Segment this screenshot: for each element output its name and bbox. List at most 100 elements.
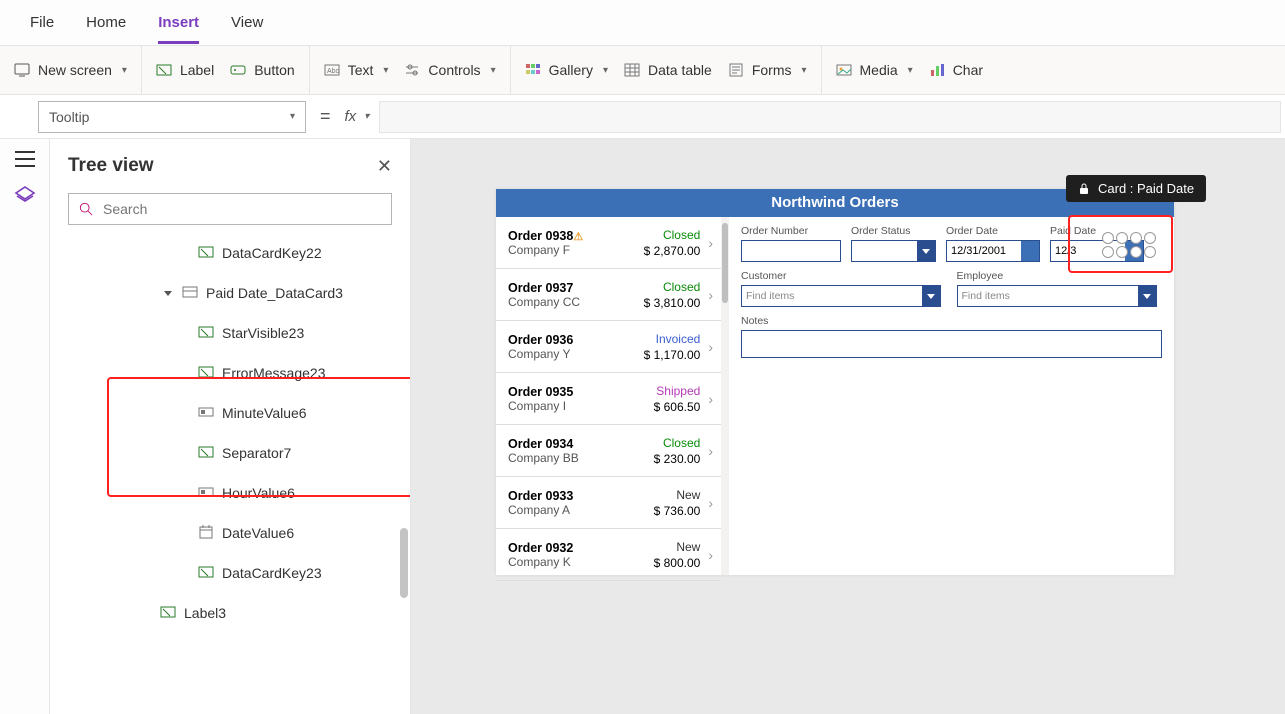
design-canvas[interactable]: Northwind Orders Order 0938⚠Company FClo… — [411, 139, 1285, 714]
calendar-icon — [1021, 241, 1039, 261]
order-amount: $ 2,870.00 — [644, 244, 701, 258]
chevron-right-icon: › — [708, 547, 713, 563]
chart-icon — [929, 62, 945, 78]
order-status-label: Order Status — [851, 225, 936, 237]
menu-file[interactable]: File — [30, 14, 54, 31]
chevron-right-icon: › — [708, 391, 713, 407]
customer-label: Customer — [741, 270, 947, 282]
chevron-right-icon: › — [708, 287, 713, 303]
property-selector-value: Tooltip — [49, 109, 89, 125]
customer-select[interactable]: Find items — [741, 285, 941, 307]
tree-node-label: StarVisible23 — [222, 325, 304, 341]
text-button[interactable]: Abc Text ▾ — [324, 62, 389, 78]
hamburger-button[interactable] — [15, 151, 35, 167]
notes-input[interactable] — [741, 330, 1162, 358]
order-status: New — [676, 540, 700, 554]
tree-list: DataCardKey22 Paid Date_DataCard3 StarVisi… — [50, 233, 410, 714]
tree-node[interactable]: StarVisible23 — [50, 313, 410, 353]
order-item[interactable]: Order 0934Company BBClosed$ 230.00› — [496, 425, 721, 477]
ribbon-charts-label: Char — [953, 62, 983, 78]
controls-icon — [404, 62, 420, 78]
order-amount: $ 800.00 — [654, 556, 701, 570]
media-button[interactable]: Media ▾ — [836, 62, 913, 78]
formula-bar: Tooltip ▾ = fx ▾ — [0, 95, 1285, 139]
label-icon — [198, 444, 214, 463]
chevron-right-icon: › — [708, 495, 713, 511]
order-status: Closed — [663, 280, 700, 294]
chevron-down-icon: ▾ — [603, 65, 608, 76]
label-icon — [198, 364, 214, 383]
notes-label: Notes — [741, 315, 1162, 327]
employee-placeholder: Find items — [962, 290, 1010, 302]
ribbon-forms-label: Forms — [752, 62, 792, 78]
customer-placeholder: Find items — [746, 290, 794, 302]
tree-node-label: DataCardKey22 — [222, 245, 322, 261]
chevron-down-icon: ▾ — [122, 65, 127, 76]
button-button[interactable]: Button — [230, 62, 294, 78]
datatable-button[interactable]: Data table — [624, 62, 712, 78]
chevron-down-icon: ▾ — [908, 65, 913, 76]
ribbon-gallery-label: Gallery — [549, 62, 593, 78]
order-status-select[interactable] — [851, 240, 936, 262]
charts-button[interactable]: Char — [929, 62, 983, 78]
chevron-down-icon: ▾ — [491, 65, 496, 76]
button-icon — [230, 62, 246, 78]
order-company: Company Y — [508, 347, 573, 361]
order-status: Invoiced — [656, 332, 701, 346]
order-item[interactable]: Order 0935Company IShipped$ 606.50› — [496, 373, 721, 425]
ribbon-media-label: Media — [860, 62, 898, 78]
tree-search[interactable] — [68, 193, 392, 225]
gallery-scrollbar[interactable] — [721, 217, 729, 575]
close-panel-button[interactable]: ✕ — [377, 156, 392, 177]
tree-view-rail-button[interactable] — [14, 185, 36, 205]
order-number: Order 0936 — [508, 333, 573, 347]
tree-node[interactable]: DateValue6 — [50, 513, 410, 553]
order-number: Order 0933 — [508, 489, 573, 503]
tree-node[interactable]: HourValue6 — [50, 473, 410, 513]
tree-node[interactable]: Label3 — [50, 593, 410, 633]
input-icon — [198, 484, 214, 503]
gallery-button[interactable]: Gallery ▾ — [525, 62, 608, 78]
order-item[interactable]: Order 0932Company KNew$ 800.00› — [496, 529, 721, 581]
order-item[interactable]: Order 0937Company CCClosed$ 3,810.00› — [496, 269, 721, 321]
order-gallery[interactable]: Order 0938⚠Company FClosed$ 2,870.00›Ord… — [496, 217, 721, 575]
scrollbar-thumb[interactable] — [400, 528, 408, 598]
chevron-right-icon: › — [708, 443, 713, 459]
employee-select[interactable]: Find items — [957, 285, 1157, 307]
order-number-label: Order Number — [741, 225, 841, 237]
fx-button[interactable]: fx ▾ — [345, 108, 370, 125]
order-item[interactable]: Order 0936Company YInvoiced$ 1,170.00› — [496, 321, 721, 373]
label-icon — [198, 324, 214, 343]
new-screen-button[interactable]: New screen ▾ — [14, 62, 127, 78]
order-company: Company A — [508, 503, 573, 517]
tree-node-label: MinuteValue6 — [222, 405, 307, 421]
controls-button[interactable]: Controls ▾ — [404, 62, 495, 78]
ribbon-label-text: Label — [180, 62, 214, 78]
tree-node[interactable]: MinuteValue6 — [50, 393, 410, 433]
property-selector[interactable]: Tooltip ▾ — [38, 101, 306, 133]
label-button[interactable]: Label — [156, 62, 214, 78]
menu-insert[interactable]: Insert — [158, 14, 199, 44]
table-icon — [624, 62, 640, 78]
forms-button[interactable]: Forms ▾ — [728, 62, 807, 78]
formula-input[interactable] — [379, 101, 1281, 133]
order-date-value: 12/31/2001 — [951, 245, 1006, 257]
tree-view-title: Tree view — [68, 155, 154, 177]
tree-search-input[interactable] — [101, 200, 381, 218]
tree-node[interactable]: Paid Date_DataCard3 — [50, 273, 410, 313]
tree-node-label: DataCardKey23 — [222, 565, 322, 581]
selection-handles[interactable] — [1102, 232, 1158, 260]
order-number-input[interactable] — [741, 240, 841, 262]
menu-home[interactable]: Home — [86, 14, 126, 31]
tree-node[interactable]: DataCardKey22 — [50, 233, 410, 273]
equals-sign: = — [320, 106, 331, 127]
menu-view[interactable]: View — [231, 14, 263, 31]
tree-node[interactable]: DataCardKey23 — [50, 553, 410, 593]
expand-arrow-icon — [164, 291, 172, 296]
order-company: Company F — [508, 243, 583, 257]
order-item[interactable]: Order 0938⚠Company FClosed$ 2,870.00› — [496, 217, 721, 269]
order-date-input[interactable]: 12/31/2001 — [946, 240, 1040, 262]
tree-node[interactable]: Separator7 — [50, 433, 410, 473]
order-item[interactable]: Order 0933Company ANew$ 736.00› — [496, 477, 721, 529]
tree-node[interactable]: ErrorMessage23 — [50, 353, 410, 393]
